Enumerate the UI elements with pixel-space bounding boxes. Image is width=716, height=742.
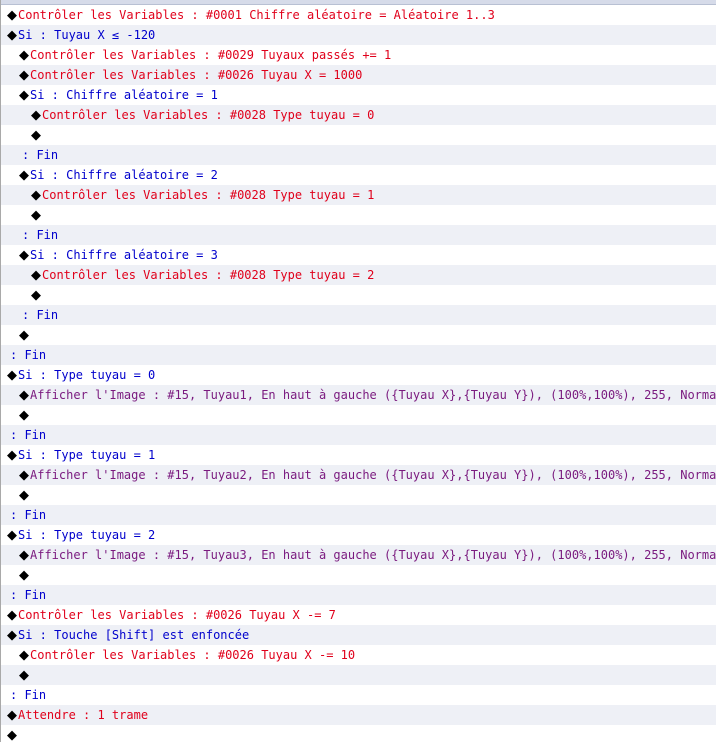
event-command-row[interactable]: ◆Si : Tuyau X ≤ -120 — [1, 25, 716, 45]
command-text: Contrôler les Variables : #0026 Tuyau X … — [30, 68, 363, 82]
event-command-row[interactable]: ◆Si : Type tuyau = 0 — [1, 365, 716, 385]
event-command-row[interactable]: ◆ — [1, 565, 716, 585]
event-command-row[interactable]: ◆ — [1, 405, 716, 425]
command-text: Contrôler les Variables : #0029 Tuyaux p… — [30, 48, 392, 62]
command-bullet-icon: ◆ — [19, 568, 29, 583]
event-command-row[interactable]: ◆Si : Chiffre aléatoire = 2 — [1, 165, 716, 185]
event-command-list[interactable]: ◆Contrôler les Variables : #0001 Chiffre… — [0, 0, 716, 742]
command-bullet-icon: ◆ — [19, 388, 29, 403]
command-text: Afficher l'Image : #15, Tuyau1, En haut … — [30, 388, 716, 402]
command-bullet-icon: ◆ — [31, 188, 41, 203]
command-text: Afficher l'Image : #15, Tuyau3, En haut … — [30, 548, 716, 562]
event-command-row[interactable]: ◆Si : Chiffre aléatoire = 3 — [1, 245, 716, 265]
command-text: : Fin — [10, 588, 47, 602]
event-command-row[interactable]: ◆Si : Type tuyau = 1 — [1, 445, 716, 465]
command-bullet-icon: ◆ — [19, 88, 29, 103]
event-command-row[interactable]: ◆Contrôler les Variables : #0026 Tuyau X… — [1, 645, 716, 665]
command-text: Si : Chiffre aléatoire = 2 — [30, 168, 218, 182]
command-text: Si : Chiffre aléatoire = 1 — [30, 88, 218, 102]
event-command-row[interactable]: ◆ — [1, 125, 716, 145]
event-command-row[interactable]: ◆Contrôler les Variables : #0028 Type tu… — [1, 265, 716, 285]
event-command-row[interactable]: ◆ — [1, 485, 716, 505]
command-bullet-icon: ◆ — [19, 468, 29, 483]
event-command-row[interactable]: ◆ — [1, 285, 716, 305]
command-text: : Fin — [10, 348, 47, 362]
event-command-row[interactable]: : Fin — [1, 505, 716, 525]
command-bullet-icon: ◆ — [7, 368, 17, 383]
command-text: : Fin — [10, 508, 47, 522]
event-command-row[interactable]: ◆Contrôler les Variables : #0026 Tuyau X… — [1, 605, 716, 625]
command-bullet-icon: ◆ — [31, 128, 41, 143]
event-command-row[interactable]: ◆Si : Type tuyau = 2 — [1, 525, 716, 545]
command-text: Contrôler les Variables : #0028 Type tuy… — [42, 108, 375, 122]
event-command-row[interactable]: ◆Si : Touche [Shift] est enfoncée — [1, 625, 716, 645]
command-bullet-icon: ◆ — [31, 268, 41, 283]
command-bullet-icon: ◆ — [7, 28, 17, 43]
command-bullet-icon: ◆ — [31, 108, 41, 123]
event-command-row[interactable]: : Fin — [1, 585, 716, 605]
event-command-row[interactable]: ◆Afficher l'Image : #15, Tuyau2, En haut… — [1, 465, 716, 485]
command-text: : Fin — [22, 308, 59, 322]
event-command-row[interactable]: ◆ — [1, 205, 716, 225]
event-command-row[interactable]: ◆ — [1, 665, 716, 685]
event-command-row[interactable]: ◆Contrôler les Variables : #0001 Chiffre… — [1, 5, 716, 25]
command-text: Si : Type tuyau = 0 — [18, 368, 156, 382]
command-text: Afficher l'Image : #15, Tuyau2, En haut … — [30, 468, 716, 482]
command-bullet-icon: ◆ — [7, 728, 17, 742]
event-command-row[interactable]: ◆ — [1, 725, 716, 742]
event-command-row[interactable]: ◆Contrôler les Variables : #0028 Type tu… — [1, 185, 716, 205]
event-command-row[interactable]: : Fin — [1, 145, 716, 165]
command-bullet-icon: ◆ — [19, 548, 29, 563]
command-text: : Fin — [22, 148, 59, 162]
event-command-row[interactable]: : Fin — [1, 685, 716, 705]
event-command-row[interactable]: ◆Attendre : 1 trame — [1, 705, 716, 725]
event-command-row[interactable]: ◆Afficher l'Image : #15, Tuyau3, En haut… — [1, 545, 716, 565]
command-bullet-icon: ◆ — [19, 488, 29, 503]
command-text: Si : Touche [Shift] est enfoncée — [18, 628, 250, 642]
event-command-row[interactable]: : Fin — [1, 425, 716, 445]
command-text: Si : Tuyau X ≤ -120 — [18, 28, 156, 42]
command-text: Attendre : 1 trame — [18, 708, 149, 722]
event-command-row[interactable]: ◆Contrôler les Variables : #0028 Type tu… — [1, 105, 716, 125]
command-bullet-icon: ◆ — [31, 288, 41, 303]
command-text: Contrôler les Variables : #0001 Chiffre … — [18, 8, 495, 22]
command-bullet-icon: ◆ — [7, 628, 17, 643]
command-bullet-icon: ◆ — [19, 48, 29, 63]
command-text: : Fin — [22, 228, 59, 242]
event-command-row[interactable]: : Fin — [1, 305, 716, 325]
command-text: Si : Chiffre aléatoire = 3 — [30, 248, 218, 262]
command-bullet-icon: ◆ — [19, 408, 29, 423]
command-text: Contrôler les Variables : #0028 Type tuy… — [42, 188, 375, 202]
event-command-row[interactable]: : Fin — [1, 345, 716, 365]
command-bullet-icon: ◆ — [19, 248, 29, 263]
command-text: Contrôler les Variables : #0026 Tuyau X … — [18, 608, 336, 622]
command-text: Si : Type tuyau = 2 — [18, 528, 156, 542]
command-bullet-icon: ◆ — [19, 328, 29, 343]
command-bullet-icon: ◆ — [7, 448, 17, 463]
event-command-row[interactable]: ◆ — [1, 325, 716, 345]
command-bullet-icon: ◆ — [19, 168, 29, 183]
command-bullet-icon: ◆ — [19, 668, 29, 683]
event-command-row[interactable]: ◆Contrôler les Variables : #0026 Tuyau X… — [1, 65, 716, 85]
event-command-row[interactable]: : Fin — [1, 225, 716, 245]
command-bullet-icon: ◆ — [7, 528, 17, 543]
command-bullet-icon: ◆ — [7, 8, 17, 23]
event-command-rows: ◆Contrôler les Variables : #0001 Chiffre… — [1, 5, 716, 742]
command-bullet-icon: ◆ — [31, 208, 41, 223]
event-command-row[interactable]: ◆Afficher l'Image : #15, Tuyau1, En haut… — [1, 385, 716, 405]
command-bullet-icon: ◆ — [19, 648, 29, 663]
event-command-row[interactable]: ◆Si : Chiffre aléatoire = 1 — [1, 85, 716, 105]
command-bullet-icon: ◆ — [19, 68, 29, 83]
command-text: Contrôler les Variables : #0028 Type tuy… — [42, 268, 375, 282]
command-text: : Fin — [10, 688, 47, 702]
command-text: : Fin — [10, 428, 47, 442]
command-text: Si : Type tuyau = 1 — [18, 448, 156, 462]
command-bullet-icon: ◆ — [7, 708, 17, 723]
event-command-row[interactable]: ◆Contrôler les Variables : #0029 Tuyaux … — [1, 45, 716, 65]
command-text: Contrôler les Variables : #0026 Tuyau X … — [30, 648, 356, 662]
command-bullet-icon: ◆ — [7, 608, 17, 623]
